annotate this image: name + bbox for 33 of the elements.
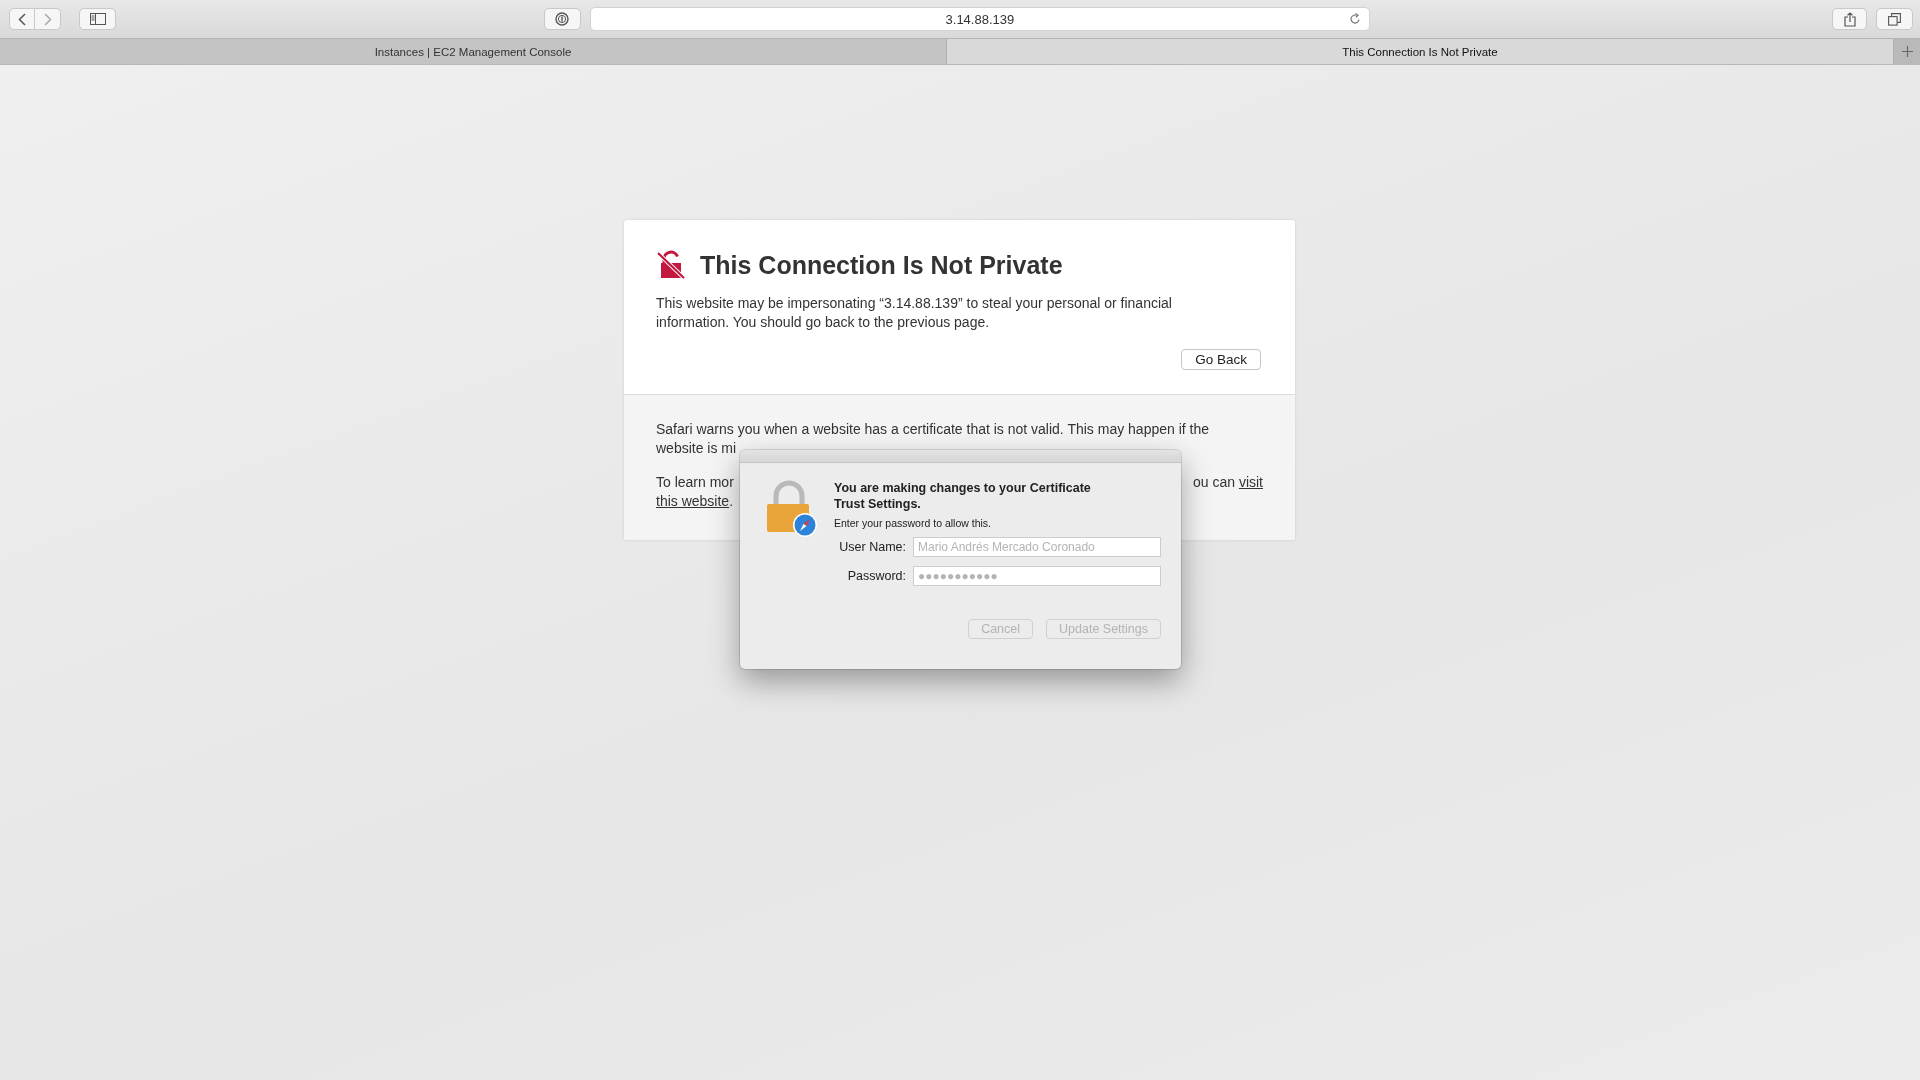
padlock-with-compass-drawing: [765, 480, 819, 538]
address-field[interactable]: 3.14.88.139: [589, 7, 1370, 31]
explanation-text: Safari warns you when a website has a certificate that is not valid. This may happen if the: [656, 421, 1210, 437]
forward-chevron-icon: [43, 12, 52, 26]
sidebar-button[interactable]: [79, 8, 116, 30]
back-chevron-icon: [18, 12, 26, 26]
dialog-heading: You are making changes to your Certificate Trust Settings.: [834, 480, 1092, 512]
crossed-out-lock-icon: [656, 250, 686, 280]
sidebar-icon: [89, 13, 106, 25]
password-manager-icon: [555, 12, 570, 26]
back-button[interactable]: [9, 8, 35, 30]
new-tab-button[interactable]: [1894, 39, 1920, 64]
share-button[interactable]: [1832, 8, 1867, 30]
field-label: Password:: [846, 569, 906, 583]
show-tabs-button[interactable]: [1876, 8, 1913, 30]
visit-website-link[interactable]: this website: [656, 493, 730, 509]
explanation-text: .: [729, 493, 734, 509]
explanation-text: To learn mor: [656, 474, 734, 490]
browser-tab[interactable]: This Connection Is Not Private: [947, 39, 1894, 64]
reload-icon: [1348, 13, 1361, 25]
share-icon: [1843, 11, 1856, 27]
password-manager-button[interactable]: [543, 8, 581, 30]
overlapping-squares-icon: [1888, 12, 1901, 26]
forward-button[interactable]: [35, 8, 61, 30]
field-label: User Name:: [838, 540, 906, 554]
dialog-prompt: Enter your password to allow this.: [834, 517, 992, 529]
explanation-text: website is mi: [656, 440, 737, 456]
warning-message: This website may be impersonating “3.14.88.139” to steal your personal or financial information. You should go back to the previous page.: [656, 294, 1173, 332]
go-back-button[interactable]: Go Back: [1181, 349, 1261, 370]
warning-title: This Connection Is Not Private: [700, 250, 1063, 280]
plus-icon: [1901, 46, 1913, 57]
visit-website-link[interactable]: visit: [1238, 474, 1263, 490]
explanation-text: ou can: [1192, 474, 1235, 490]
